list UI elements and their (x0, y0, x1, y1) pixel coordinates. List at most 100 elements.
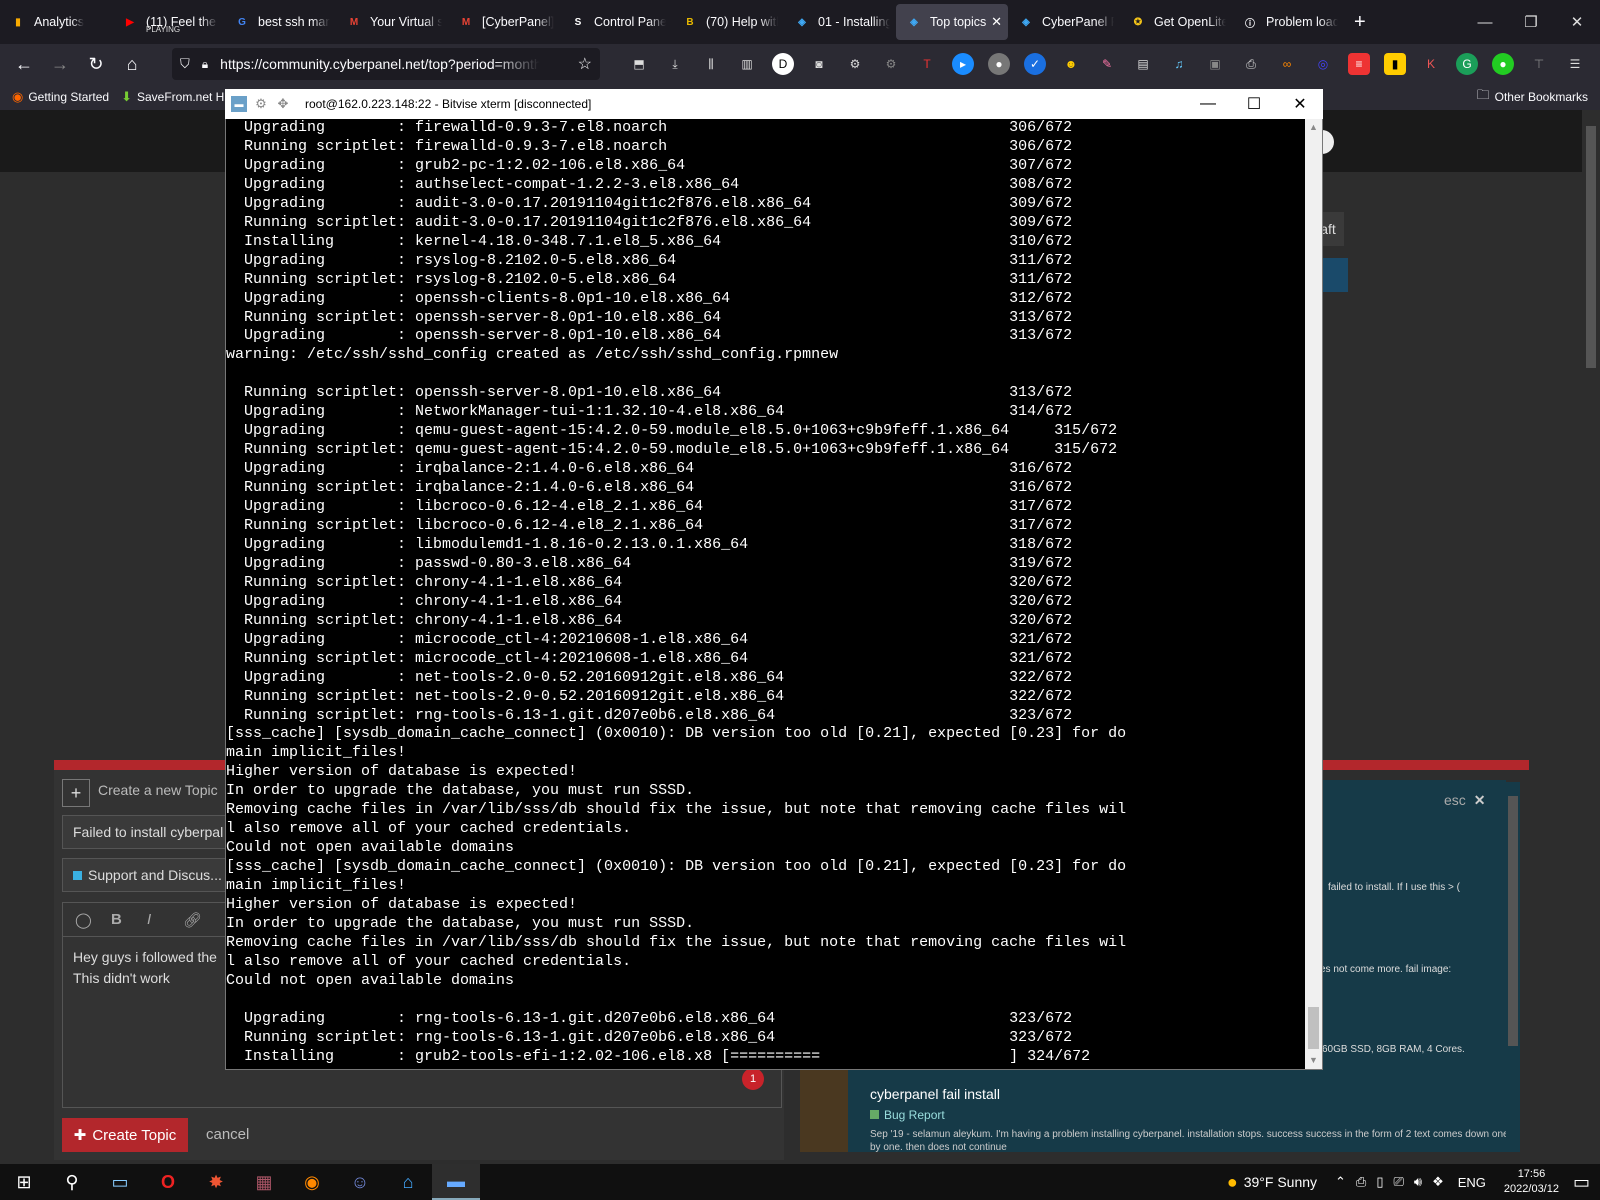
pocket-icon[interactable]: ⬒ (628, 53, 650, 75)
extension-link-icon[interactable]: ∞ (1276, 53, 1298, 75)
chevron-up-icon[interactable]: ⌃ (1335, 1174, 1346, 1190)
start-icon[interactable]: ⊞ (0, 1164, 48, 1200)
terminal-minimize-button[interactable]: — (1185, 89, 1231, 119)
reload-icon[interactable]: ↻ (78, 48, 114, 80)
terminal-close-button[interactable]: ✕ (1277, 89, 1323, 119)
browser-tab[interactable]: M Your Virtual s... (336, 0, 448, 44)
extension-check-icon[interactable]: ✓ (1024, 53, 1046, 75)
plus-icon[interactable]: + (62, 779, 90, 807)
extension-d-icon[interactable]: D (772, 53, 794, 75)
panel-scrollbar[interactable] (1506, 782, 1520, 1152)
extension-doc-icon[interactable]: ▤ (1132, 53, 1154, 75)
cancel-link[interactable]: cancel (206, 1126, 249, 1143)
browser-tab[interactable]: ▶(11) Feel the ...PLAYING (112, 0, 224, 44)
weather-text[interactable]: 39°F Sunny (1244, 1174, 1317, 1190)
bold-icon[interactable]: B (111, 911, 147, 928)
extension-pin-icon[interactable]: ⊤ (1528, 53, 1550, 75)
browser-tab[interactable]: ◈ CyberPanel P... (1008, 0, 1120, 44)
clock[interactable]: 17:56 2022/03/12 (1504, 1167, 1559, 1197)
bookmark-star-icon[interactable]: ☆ (578, 54, 592, 74)
move-icon[interactable]: ✥ (275, 96, 291, 112)
bitvise-app-icon[interactable]: ▬ (432, 1164, 480, 1200)
italic-icon[interactable]: I (147, 911, 183, 928)
extension-settings-icon[interactable]: ⚙ (880, 53, 902, 75)
app-menu-icon[interactable]: ☰ (1564, 53, 1586, 75)
other-bookmarks[interactable]: 🗀︎ Other Bookmarks (1477, 86, 1588, 108)
extension-gear-icon[interactable]: ⚙ (844, 53, 866, 75)
extension-grey-circle-icon[interactable]: ● (988, 53, 1010, 75)
back-icon[interactable]: ← (6, 48, 42, 80)
network-app-icon[interactable]: ⌂ (384, 1164, 432, 1200)
network-icon[interactable]: ⎚ (1393, 1174, 1403, 1190)
extension-user-icon[interactable]: ☻ (1060, 53, 1082, 75)
extension-green-icon[interactable]: ● (1492, 53, 1514, 75)
restore-button[interactable]: ❐ (1508, 0, 1554, 44)
explorer-app-icon[interactable]: ▭ (96, 1164, 144, 1200)
extension-paint-icon[interactable]: ✎ (1096, 53, 1118, 75)
terminal-maximize-button[interactable]: ☐ (1231, 89, 1277, 119)
browser-tab[interactable]: ◈ Top topics ✕ (896, 4, 1008, 40)
new-tab-button[interactable]: + (1344, 0, 1384, 44)
extension-circle-icon[interactable]: ◎ (1312, 53, 1334, 75)
library-icon[interactable]: ⫼ (700, 53, 722, 75)
notifications-icon[interactable]: ▭ (1573, 1172, 1590, 1193)
extension-print-icon[interactable]: ⎙ (1240, 53, 1262, 75)
page-scrollbar[interactable] (1582, 110, 1600, 1164)
forward-icon[interactable]: → (42, 48, 78, 80)
tray-app-icon[interactable]: ⎙ (1356, 1174, 1366, 1190)
downloads-icon[interactable]: ⤓ (664, 53, 686, 75)
discord-app-icon[interactable]: ☺ (336, 1164, 384, 1200)
extension-blue-circle-icon[interactable]: ▸ (952, 53, 974, 75)
bookmark-savefrom[interactable]: ⬇ SaveFrom.net H... (121, 89, 234, 105)
extension-yellow-icon[interactable]: ▮ (1384, 53, 1406, 75)
winrar-app-icon[interactable]: ▦ (240, 1164, 288, 1200)
close-panel-button[interactable]: esc ✕ (1444, 792, 1485, 809)
panel-scrollbar-thumb[interactable] (1508, 796, 1518, 1046)
result-title[interactable]: cyberpanel fail install (870, 1086, 1000, 1102)
extension-red-icon[interactable]: ≡ (1348, 53, 1370, 75)
scroll-down-icon[interactable]: ▼ (1305, 1052, 1322, 1069)
extension-mask-icon[interactable]: ◙ (808, 53, 830, 75)
bookmark-getting-started[interactable]: ◉ Getting Started (12, 89, 109, 105)
browser-tab[interactable]: S Control Panel (560, 0, 672, 44)
tray-misc-icon[interactable]: ▯ (1376, 1174, 1383, 1190)
scroll-up-icon[interactable]: ▲ (1305, 119, 1322, 136)
quote-icon[interactable]: ◯ (75, 911, 111, 929)
app-icon[interactable]: ✸ (192, 1164, 240, 1200)
terminal-scrollbar[interactable]: ▲ ▼ (1305, 119, 1322, 1069)
create-topic-button[interactable]: ✚ Create Topic (62, 1118, 188, 1152)
close-tab-icon[interactable]: ✕ (991, 14, 1002, 30)
terminal-scrollbar-thumb[interactable] (1308, 1007, 1319, 1049)
browser-tab[interactable]: ▮ Analytics (0, 0, 112, 44)
language-indicator[interactable]: ENG (1458, 1175, 1486, 1190)
terminal-titlebar[interactable]: ▬ ⚙ ✥ root@162.0.223.148:22 - Bitvise xt… (225, 89, 1323, 119)
extension-music-icon[interactable]: ♫ (1168, 53, 1190, 75)
browser-tab[interactable]: M [CyberPanel] C... (448, 0, 560, 44)
result-category[interactable]: Bug Report (870, 1108, 945, 1122)
extension-t-icon[interactable]: T (916, 53, 938, 75)
link-icon[interactable]: 🔗︎ (183, 911, 219, 929)
firefox-app-icon[interactable]: ◉ (288, 1164, 336, 1200)
search-icon[interactable]: ⚲ (48, 1164, 96, 1200)
browser-tab[interactable]: Gbest ssh man... (224, 0, 336, 44)
opera-app-icon[interactable]: O (144, 1164, 192, 1200)
sidebar-icon[interactable]: ▥ (736, 53, 758, 75)
browser-tab[interactable]: ⓘ Problem load... (1232, 0, 1344, 44)
browser-tab[interactable]: ✪ Get OpenLite... (1120, 0, 1232, 44)
minimize-button[interactable]: — (1462, 0, 1508, 44)
dropbox-icon[interactable]: ❖ (1432, 1174, 1444, 1190)
volume-icon[interactable]: 🔊︎ (1414, 1174, 1422, 1190)
terminal-output[interactable]: Upgrading : firewalld-0.9.3-7.el8.noarch… (226, 119, 1305, 1069)
url-bar[interactable]: ⛉ 🔒︎ https://community.cyberpanel.net/to… (172, 48, 600, 80)
grammarly-icon[interactable]: G (1456, 53, 1478, 75)
close-window-button[interactable]: ✕ (1554, 0, 1600, 44)
extension-camera-icon[interactable]: ▣ (1204, 53, 1226, 75)
page-scrollbar-thumb[interactable] (1586, 126, 1596, 368)
extension-k-icon[interactable]: K (1420, 53, 1442, 75)
url-text[interactable]: https://community.cyberpanel.net/top?per… (220, 56, 540, 72)
browser-tab[interactable]: ◈ 01 - Installing... (784, 0, 896, 44)
shield-icon[interactable]: ⛉ (180, 56, 190, 72)
home-icon[interactable]: ⌂ (114, 48, 150, 80)
lock-icon[interactable]: 🔒︎ (202, 57, 208, 72)
gear-icon[interactable]: ⚙ (253, 96, 269, 112)
